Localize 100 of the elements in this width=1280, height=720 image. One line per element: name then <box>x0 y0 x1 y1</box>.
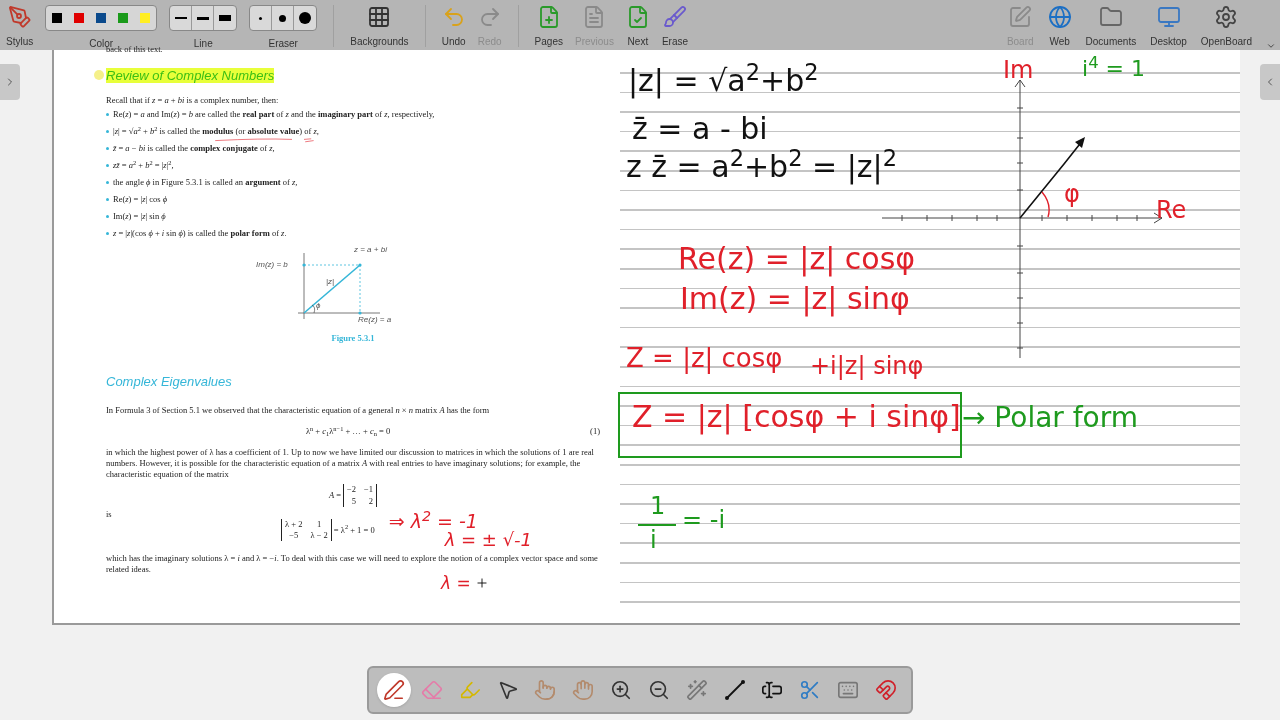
matrix-entry: 1 <box>316 519 323 531</box>
folder-icon <box>1098 5 1123 29</box>
eraser-icon <box>420 679 443 701</box>
color-swatch[interactable] <box>52 13 63 23</box>
handwritten-note: 1 <box>650 494 666 518</box>
tool-button[interactable] <box>377 673 411 707</box>
toolbar-button[interactable]: Pages <box>534 5 563 49</box>
handwritten-note: λ = <box>441 574 471 592</box>
caret-icon[interactable] <box>1266 41 1276 51</box>
toolbar-button[interactable]: Web <box>1047 5 1072 49</box>
color-swatch[interactable] <box>118 13 129 23</box>
bullet-icon <box>106 181 109 185</box>
bullet-icon <box>106 147 109 151</box>
color-swatch[interactable] <box>96 13 107 23</box>
handwritten-note: ⇒ λ$^{2}$ = -1 <box>388 511 479 531</box>
figure-label: z = a + bi <box>354 245 387 256</box>
section-heading: Review of Complex Numbers <box>106 68 275 83</box>
handwritten-note: z̄ = a - bi <box>632 114 768 144</box>
body-text: which has the imaginary solutions λ = i and λ = −i. To deal with this case we will need to explore the notion of a complex vector space and some related ideas. <box>106 552 598 574</box>
hand-icon <box>572 679 595 701</box>
laser-pointer-icon <box>685 679 708 701</box>
side-panel-handle[interactable] <box>1260 64 1280 100</box>
figure-label: |z| <box>326 277 335 288</box>
toolbar-button[interactable]: OpenBoard <box>1200 5 1252 49</box>
fraction-line <box>638 524 676 526</box>
body-text: Recall that if z = a + bi is a complex number, then: <box>106 94 279 105</box>
pen-icon <box>383 679 405 701</box>
bullet-icon <box>106 130 109 133</box>
toolbar-button[interactable]: Next <box>625 5 650 49</box>
toolbar-button[interactable]: Documents <box>1085 5 1137 49</box>
color-swatch[interactable] <box>74 13 85 23</box>
handwritten-note: +i|z| sinφ <box>810 354 924 378</box>
bullet-text: Re(z) = |z| cos ϕ <box>113 194 168 206</box>
highlighter-icon <box>458 679 481 701</box>
matrix-entry: λ + 2 <box>285 519 303 531</box>
handwritten-note: Re <box>1156 198 1187 222</box>
settings-icon <box>1214 5 1239 29</box>
equation-number: (1) <box>590 426 600 438</box>
figure-label: ϕ <box>316 301 321 312</box>
hand-pointer-icon <box>534 679 557 701</box>
angle-arc <box>1040 190 1052 218</box>
side-panel-handle[interactable] <box>0 64 20 100</box>
matrix-entry: −5 <box>288 530 300 542</box>
figure-caption: Figure 5.3.1 <box>331 333 375 344</box>
body-text: In Formula 3 of Section 5.1 we observed that the characteristic equation of a general n × n matrix A has the form <box>106 405 490 416</box>
toolbar-button[interactable]: Undo <box>441 5 466 49</box>
line-icon <box>174 17 187 19</box>
zoom-in-icon <box>610 679 633 701</box>
color-swatch[interactable] <box>140 13 151 23</box>
handwritten-note: λ = ± √-1 <box>444 530 533 549</box>
handwritten-note: Im <box>1003 58 1034 82</box>
bullet-text: Re(z) = a and Im(z) = b are called the real part of z and the imaginary part of z, respectively, <box>113 108 435 120</box>
handwritten-note: = -i <box>682 508 726 532</box>
body-text: in which the highest power of λ has a coefficient of 1. Up to now we have limited our discussion to matrices in which the solutions of 1 are real numbers. However, it is possible for the characteristic equation of a matrix A with real entries to have imaginary solutions; for example, the characteristic equation of the matrix <box>106 447 594 480</box>
bullet-text: Im(z) = |z| sin ϕ <box>113 211 166 223</box>
handwritten-note: → Polar form <box>962 404 1138 432</box>
zoom-out-icon <box>647 679 670 701</box>
crosshair-cursor-icon <box>474 576 489 591</box>
bullet-icon <box>106 198 109 202</box>
equation: = λ$^{2}$ + 1 = 0 <box>333 524 375 536</box>
matrix-entry: −1 <box>364 484 374 496</box>
bullet-text: z = |z|(cos ϕ + i sin ϕ) is called the polar form of z. <box>113 228 287 240</box>
handwritten-note: φ <box>1064 182 1080 206</box>
section-heading: Complex Eigenvalues <box>106 374 232 390</box>
bullet-icon <box>106 232 109 236</box>
figure-label: Re(z) = a <box>358 315 392 326</box>
toolbar-button[interactable]: Erase <box>661 5 688 49</box>
figure-label: Im(z) = b <box>256 260 288 271</box>
body-text: is <box>106 508 112 519</box>
bullet-text: z̄ = a − bi is called the complex conjugate of z, <box>113 143 275 155</box>
matrix-entry: 2 <box>367 495 374 507</box>
bullet-icon <box>106 112 109 116</box>
bullet-icon <box>106 164 109 168</box>
matrix-entry: 5 <box>350 495 357 507</box>
handwritten-note: i$^{4}$ = 1 <box>1082 58 1146 80</box>
toolbar-button[interactable]: Backgrounds <box>350 5 409 49</box>
keyboard-icon <box>837 679 860 701</box>
pen-icon <box>7 5 32 29</box>
bullet-text: zz̄ = a$^{2}$ + b$^{2}$ = |z|$^{2}$, <box>113 160 174 172</box>
brush-icon <box>662 5 687 29</box>
toolbar-label: Eraser <box>268 37 298 51</box>
text-tool-icon <box>761 679 784 701</box>
bullet-text: the angle ϕ in Figure 5.3.1 is called an argument of z, <box>113 177 298 189</box>
toolbar-button[interactable]: Stylus <box>6 5 34 49</box>
bullet-icon <box>106 215 109 219</box>
handwritten-note: i <box>650 528 657 552</box>
color-picker[interactable] <box>45 5 158 31</box>
line-icon <box>723 679 746 701</box>
grid-icon <box>367 5 392 29</box>
toolbar-label: Line <box>193 37 213 51</box>
board-icon <box>1008 5 1033 29</box>
matrix-entry: λ − 2 <box>310 530 328 542</box>
bullet-text: |z| = √a$^{2}$ + b$^{2}$ is called the modulus (or absolute value) of z, <box>113 126 319 138</box>
equation: λ$^{n}$ + c$_{1}$λ$^{n−1}$ + … + c$_{n}$ = 0 <box>305 426 391 437</box>
matrix-entry: −2 <box>347 484 357 496</box>
monitor-icon <box>1156 5 1181 29</box>
toolbar-button[interactable]: Desktop <box>1150 5 1187 49</box>
magnet-icon <box>874 679 897 701</box>
matrix-name: A = <box>328 490 341 502</box>
globe-icon <box>1047 5 1072 29</box>
